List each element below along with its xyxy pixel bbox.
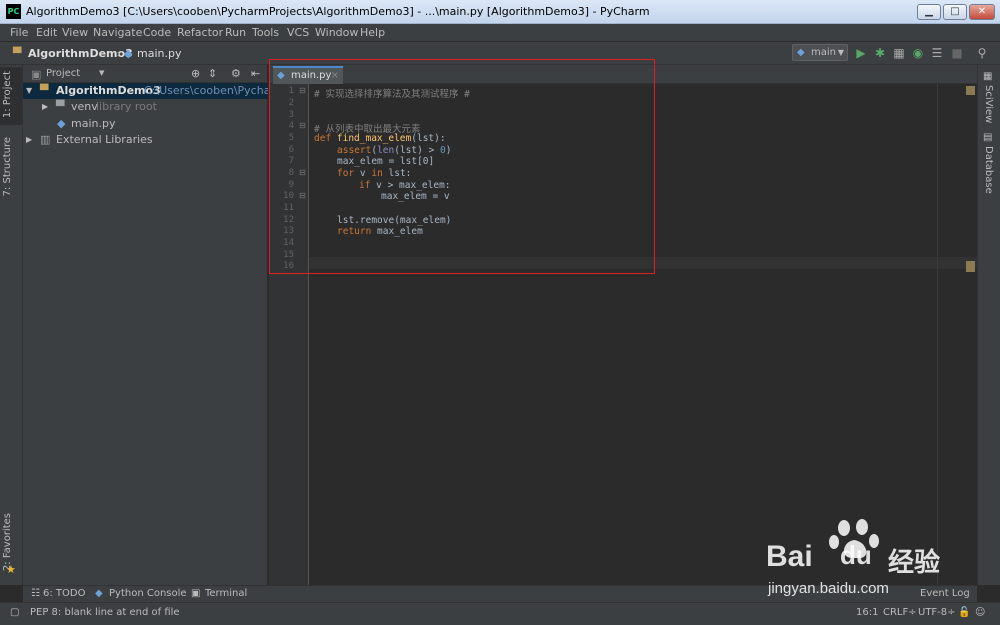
folder-icon: ▀ (56, 100, 65, 113)
maximize-button[interactable]: □ (943, 4, 967, 20)
watermark-brand-du: du (840, 540, 872, 570)
baidu-watermark: Bai du 经验 jingyan.baidu.com (760, 518, 990, 598)
run-icon[interactable]: ▶ (854, 46, 868, 60)
tree-item-venv[interactable]: ▶ ▀ venv library root (23, 99, 268, 115)
project-panel-header: ▣ Project ▼ ⊕ ⇕ ⚙ ⇤ (23, 65, 268, 83)
gear-icon[interactable]: ⚙ (231, 67, 241, 80)
collapse-icon[interactable]: ⇕ (208, 67, 217, 80)
title-bar: PC AlgorithmDemo3 [C:\Users\cooben\Pycha… (0, 0, 1000, 24)
menu-edit[interactable]: Edit (36, 26, 57, 39)
watermark-brand: Bai (766, 540, 813, 573)
chevron-down-icon[interactable]: ▼ (99, 69, 104, 77)
coverage-icon[interactable]: ▦ (892, 46, 906, 60)
breadcrumb-separator: › (116, 47, 121, 60)
left-tool-strip: 1: Project 7: Structure 2: Favorites ★ (0, 65, 23, 585)
python-icon: ◆ (797, 47, 805, 58)
database-icon: ▤ (983, 132, 993, 143)
sciview-icon: ▦ (983, 71, 993, 82)
python-file-icon: ◆ (124, 47, 133, 60)
menu-view[interactable]: View (62, 26, 88, 39)
library-icon: ▥ (40, 133, 51, 146)
menu-navigate[interactable]: Navigate (93, 26, 142, 39)
caret-position[interactable]: 16:1 (856, 607, 878, 618)
todo-icon: ☷ (31, 588, 40, 599)
python-file-icon: ◆ (57, 117, 66, 130)
inspector-icon[interactable]: ☺ (975, 607, 985, 618)
scope-icon[interactable]: ⊕ (191, 67, 200, 80)
minimize-button[interactable]: ▁ (917, 4, 941, 20)
menu-file[interactable]: File (10, 26, 28, 39)
project-view-icon: ▣ (31, 68, 42, 81)
window-title: AlgorithmDemo3 [C:\Users\cooben\PycharmP… (26, 5, 650, 18)
run-config-label: main (811, 47, 836, 58)
watermark-url: jingyan.baidu.com (768, 580, 889, 597)
terminal-icon: ▣ (191, 588, 201, 599)
menu-window[interactable]: Window (315, 26, 358, 39)
tree-item-external-libraries[interactable]: ▶ ▥ External Libraries (23, 132, 268, 148)
panel-toggle-icon[interactable]: ▢ (10, 607, 19, 618)
project-panel: ▣ Project ▼ ⊕ ⇕ ⚙ ⇤ ▼ ▀ AlgorithmDemo3 C… (23, 65, 268, 585)
debug-icon[interactable]: ✱ (873, 46, 887, 60)
status-message: PEP 8: blank line at end of file (30, 607, 180, 618)
tree-label: External Libraries (56, 133, 153, 146)
file-encoding[interactable]: UTF-8÷ (918, 607, 956, 618)
annotation-highlight-box (269, 59, 655, 274)
hide-icon[interactable]: ⇤ (251, 67, 260, 80)
menu-refactor[interactable]: Refactor (177, 26, 223, 39)
tree-hint: library root (96, 100, 157, 113)
folder-icon: ▀ (40, 84, 49, 97)
tab-sciview[interactable]: SciView (983, 85, 994, 123)
chevron-right-icon[interactable]: ▶ (26, 132, 32, 148)
tab-python-console[interactable]: Python Console (109, 588, 187, 599)
project-view-label[interactable]: Project (46, 68, 80, 79)
python-icon: ◆ (95, 588, 103, 599)
run-configuration-select[interactable]: ◆ main ▼ (792, 44, 848, 61)
tab-terminal[interactable]: Terminal (205, 588, 247, 599)
tab-todo[interactable]: 6: TODO (43, 588, 85, 599)
star-icon: ★ (6, 563, 16, 576)
close-button[interactable]: ✕ (969, 4, 995, 20)
menu-tools[interactable]: Tools (252, 26, 279, 39)
lock-icon[interactable]: 🔓 (958, 607, 970, 618)
tree-label: main.py (71, 117, 116, 130)
inspection-status-icon[interactable] (966, 86, 975, 95)
watermark-jingyan: 经验 (888, 548, 941, 578)
menu-help[interactable]: Help (360, 26, 385, 39)
folder-icon: ▀ (13, 47, 22, 60)
tab-structure[interactable]: 7: Structure (2, 137, 13, 196)
line-separator[interactable]: CRLF÷ (883, 607, 917, 618)
pycharm-app-icon: PC (6, 4, 21, 19)
menu-bar: File Edit View Navigate Code Refactor Ru… (0, 24, 1000, 42)
tree-item-main-py[interactable]: ◆ main.py (23, 116, 268, 132)
stop-icon[interactable]: ■ (950, 46, 964, 60)
right-tool-strip: ▦ SciView ▤ Database (977, 65, 1000, 585)
profile-icon[interactable]: ◉ (911, 46, 925, 60)
chevron-down-icon[interactable]: ▼ (26, 83, 32, 99)
menu-vcs[interactable]: VCS (287, 26, 309, 39)
build-icon[interactable]: ☰ (930, 46, 944, 60)
warning-stripe-marker[interactable] (966, 261, 975, 272)
tab-database[interactable]: Database (983, 146, 994, 194)
menu-code[interactable]: Code (143, 26, 171, 39)
search-icon[interactable]: ⚲ (975, 46, 989, 60)
menu-run[interactable]: Run (225, 26, 246, 39)
tree-label: venv (71, 100, 98, 113)
tree-item-project-root[interactable]: ▼ ▀ AlgorithmDemo3 C:\Users\cooben\Pycha… (23, 83, 268, 99)
pycharm-window: PC AlgorithmDemo3 [C:\Users\cooben\Pycha… (0, 0, 1000, 625)
chevron-right-icon[interactable]: ▶ (42, 99, 48, 115)
breadcrumb-file[interactable]: main.py (137, 47, 181, 60)
chevron-down-icon: ▼ (837, 48, 844, 57)
tree-hint: C:\Users\cooben\PycharmP (144, 84, 268, 97)
tab-project[interactable]: 1: Project (2, 71, 13, 118)
status-bar: ▢ PEP 8: blank line at end of file 16:1 … (0, 602, 1000, 625)
